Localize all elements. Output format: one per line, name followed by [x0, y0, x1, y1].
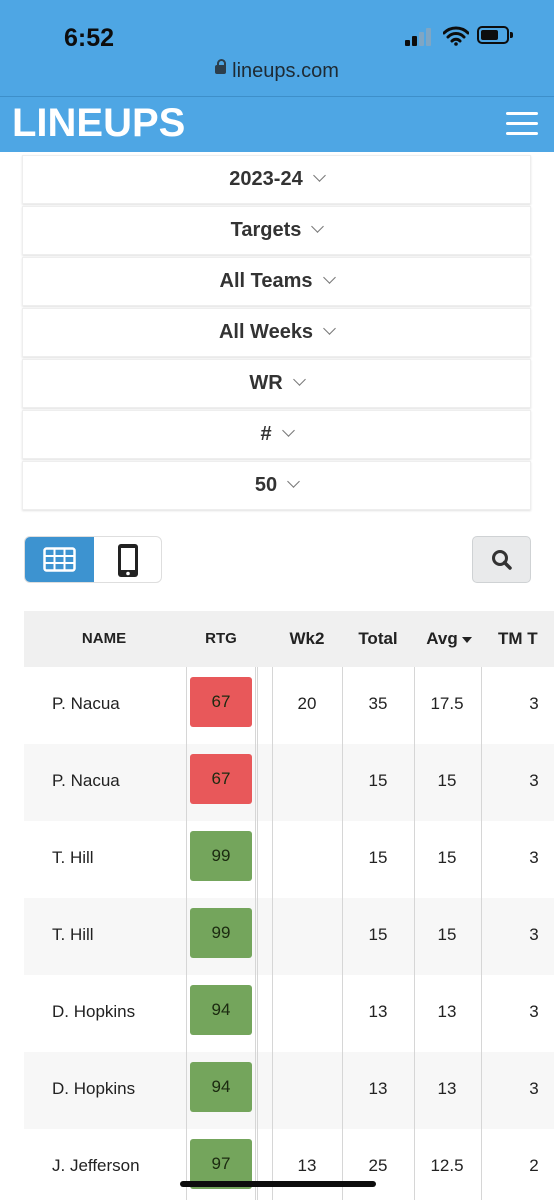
total-value: 15	[368, 771, 388, 790]
column-header-wk2[interactable]: Wk2	[274, 611, 340, 667]
player-name[interactable]: P. Nacua	[52, 744, 120, 821]
avg-value: 15	[437, 925, 457, 944]
column-divider	[342, 667, 343, 1200]
avg-value: 15	[437, 848, 457, 867]
status-bar: 6:52 lineups.com	[0, 0, 554, 96]
team-targets-value: 3	[529, 925, 539, 944]
rating-badge: 67	[190, 677, 252, 727]
week-dropdown[interactable]: All Weeks	[22, 308, 531, 357]
week2-value	[274, 744, 340, 821]
rating-badge: 67	[190, 754, 252, 804]
stat-type-dropdown[interactable]: #	[22, 410, 531, 459]
total-value: 15	[368, 848, 388, 867]
rating-badge: 94	[190, 1062, 252, 1112]
cellular-signal-icon	[405, 28, 435, 46]
column-divider	[272, 667, 273, 1200]
team-targets-value: 3	[529, 1079, 539, 1098]
table-row[interactable]: D. Hopkins 94 13 13 3	[24, 1052, 554, 1129]
chevron-down-icon	[311, 220, 325, 233]
player-name[interactable]: D. Hopkins	[52, 1052, 135, 1129]
week2-value: 20	[297, 694, 317, 713]
week2-value: 13	[297, 1156, 317, 1175]
column-divider	[414, 667, 415, 1200]
week2-value	[274, 975, 340, 1052]
team-targets-value: 3	[529, 694, 539, 713]
chevron-down-icon	[323, 322, 336, 335]
column-header-rtg[interactable]: RTG	[190, 611, 252, 667]
week2-value	[274, 821, 340, 898]
home-indicator[interactable]	[180, 1181, 376, 1187]
player-name[interactable]: P. Nacua	[52, 667, 120, 744]
avg-value: 12.5	[430, 1156, 464, 1175]
address-bar[interactable]: lineups.com	[0, 59, 554, 83]
lock-icon	[215, 59, 227, 75]
team-targets-value: 3	[529, 771, 539, 790]
column-divider	[255, 667, 256, 1200]
search-icon	[492, 550, 512, 570]
week2-value	[274, 1052, 340, 1129]
column-divider	[186, 667, 187, 1200]
team-dropdown[interactable]: All Teams	[22, 257, 531, 306]
player-name[interactable]: D. Hopkins	[52, 975, 135, 1052]
mobile-phone-icon	[118, 544, 138, 577]
row-count-dropdown[interactable]: 50	[22, 461, 531, 510]
chevron-down-icon	[322, 271, 336, 284]
column-header-total[interactable]: Total	[344, 611, 412, 667]
site-header: LINEUPS	[0, 96, 554, 152]
column-divider	[481, 667, 482, 1200]
view-toggle	[24, 536, 162, 583]
chevron-down-icon	[287, 475, 300, 488]
total-value: 25	[368, 1156, 388, 1175]
season-dropdown[interactable]: 2023-24	[22, 155, 531, 204]
table-row[interactable]: T. Hill 99 15 15 3	[24, 898, 554, 975]
chevron-down-icon	[312, 169, 326, 182]
position-dropdown[interactable]: WR	[22, 359, 531, 408]
wifi-icon	[443, 26, 469, 46]
stat-dropdown[interactable]: Targets	[22, 206, 531, 255]
column-header-name[interactable]: NAME	[64, 611, 144, 667]
total-value: 13	[368, 1002, 388, 1021]
stats-table: NAME RTG Wk2 Total Avg TM T P. Nacua 67 …	[24, 611, 554, 1200]
team-targets-value: 3	[529, 1002, 539, 1021]
team-targets-value: 3	[529, 848, 539, 867]
chevron-down-icon	[281, 424, 295, 437]
site-logo[interactable]: LINEUPS	[12, 101, 185, 146]
url-text: lineups.com	[232, 60, 339, 82]
table-grid-icon	[43, 547, 76, 572]
table-view-button[interactable]	[25, 537, 94, 582]
rating-badge: 94	[190, 985, 252, 1035]
table-header: NAME RTG Wk2 Total Avg TM T	[24, 611, 554, 667]
mobile-view-button[interactable]	[94, 537, 161, 582]
avg-value: 15	[437, 771, 457, 790]
sort-desc-icon	[461, 636, 472, 643]
player-name[interactable]: T. Hill	[52, 898, 94, 975]
player-name[interactable]: T. Hill	[52, 821, 94, 898]
total-value: 13	[368, 1079, 388, 1098]
table-row[interactable]: T. Hill 99 15 15 3	[24, 821, 554, 898]
total-value: 15	[368, 925, 388, 944]
avg-value: 13	[437, 1002, 457, 1021]
player-name[interactable]: J. Jefferson	[52, 1129, 140, 1200]
table-row[interactable]: P. Nacua 67 20 35 17.5 3	[24, 667, 554, 744]
filter-panel: 2023-24 Targets All Teams All Weeks WR #…	[22, 155, 531, 512]
column-header-tm[interactable]: TM T	[498, 611, 554, 667]
clock-time: 6:52	[64, 24, 115, 52]
avg-value: 13	[437, 1079, 457, 1098]
table-row[interactable]: P. Nacua 67 15 15 3	[24, 744, 554, 821]
menu-icon[interactable]	[506, 112, 538, 136]
team-targets-value: 2	[529, 1156, 539, 1175]
chevron-down-icon	[292, 373, 306, 386]
rating-badge: 99	[190, 908, 252, 958]
battery-icon	[477, 26, 513, 44]
total-value: 35	[368, 694, 388, 713]
search-button[interactable]	[472, 536, 531, 583]
avg-value: 17.5	[430, 694, 464, 713]
column-divider	[257, 667, 258, 1200]
table-row[interactable]: D. Hopkins 94 13 13 3	[24, 975, 554, 1052]
table-row[interactable]: J. Jefferson 97 13 25 12.5 2	[24, 1129, 554, 1200]
column-header-avg[interactable]: Avg	[416, 611, 482, 667]
week2-value	[274, 898, 340, 975]
rating-badge: 99	[190, 831, 252, 881]
